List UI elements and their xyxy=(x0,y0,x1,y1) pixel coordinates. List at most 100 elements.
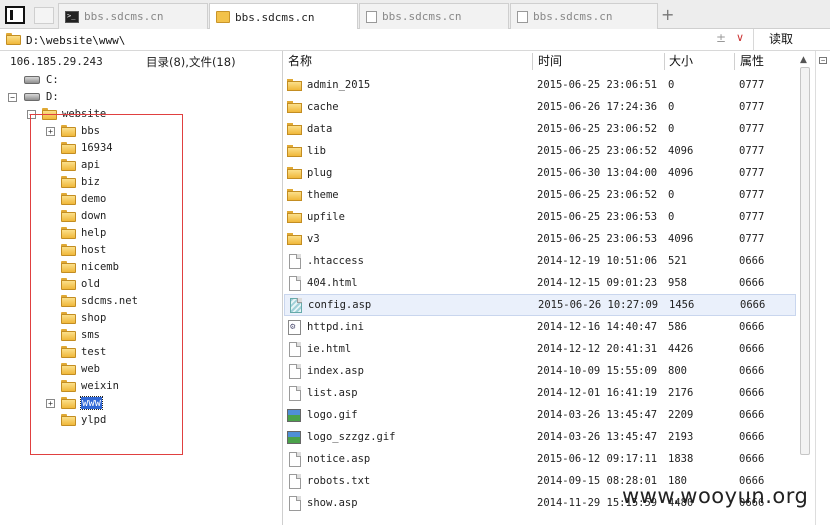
folder-label: web xyxy=(81,363,100,375)
tree-folder-demo[interactable]: demo xyxy=(61,191,106,207)
file-size: 4096 xyxy=(668,145,694,157)
column-header-perm[interactable]: 属性 xyxy=(740,51,764,72)
config-file-icon xyxy=(288,319,301,335)
folder-label: down xyxy=(81,210,107,222)
file-row[interactable]: notice.asp 2015-06-12 09:17:11 1838 0666 xyxy=(284,448,796,470)
folder-label: demo xyxy=(81,193,107,205)
folder-icon xyxy=(61,397,76,409)
file-name: show.asp xyxy=(307,497,358,509)
collapse-icon[interactable]: − xyxy=(8,93,17,102)
tab-document[interactable]: bbs.sdcms.cn xyxy=(359,3,509,29)
folder-icon xyxy=(287,145,302,157)
tree-folder-old[interactable]: old xyxy=(61,276,100,292)
file-perm: 0666 xyxy=(739,277,765,289)
folder-icon xyxy=(61,380,76,392)
file-size: 521 xyxy=(668,255,687,267)
tree-folder-bbs[interactable]: bbs xyxy=(61,123,100,139)
tree-folder-api[interactable]: api xyxy=(61,157,100,173)
tree-folder-host[interactable]: host xyxy=(61,242,106,258)
tree-folder-help[interactable]: help xyxy=(61,225,106,241)
file-name: plug xyxy=(307,167,333,179)
tree-folder-test[interactable]: test xyxy=(61,344,106,360)
tree-folder-www[interactable]: www xyxy=(61,395,103,411)
collapse-panel-icon[interactable]: − xyxy=(819,57,827,64)
file-time: 2015-06-25 23:06:53 xyxy=(537,233,658,245)
column-header-name[interactable]: 名称 xyxy=(288,51,312,72)
expand-icon[interactable]: + xyxy=(46,399,55,408)
folder-icon xyxy=(287,123,302,135)
tree-folder-shop[interactable]: shop xyxy=(61,310,106,326)
folder-label: nicemb xyxy=(81,261,119,273)
tree-folder-16934[interactable]: 16934 xyxy=(61,140,113,156)
folder-label: biz xyxy=(81,176,100,188)
folder-icon xyxy=(216,11,230,23)
file-row[interactable]: admin_2015 2015-06-25 23:06:51 0 0777 xyxy=(284,74,796,96)
folder-label: ylpd xyxy=(81,414,107,426)
tree-folder-sms[interactable]: sms xyxy=(61,327,100,343)
file-row[interactable]: upfile 2015-06-25 23:06:53 0 0777 xyxy=(284,206,796,228)
file-row[interactable]: cache 2015-06-26 17:24:36 0 0777 xyxy=(284,96,796,118)
bookmark-icon[interactable]: ± xyxy=(716,31,726,45)
file-row[interactable]: 404.html 2014-12-15 09:01:23 958 0666 xyxy=(284,272,796,294)
file-time: 2014-12-12 20:41:31 xyxy=(537,343,658,355)
file-row[interactable]: .htaccess 2014-12-19 10:51:06 521 0666 xyxy=(284,250,796,272)
file-row[interactable]: data 2015-06-25 23:06:52 0 0777 xyxy=(284,118,796,140)
tree-folder-ylpd[interactable]: ylpd xyxy=(61,412,106,428)
file-row[interactable]: plug 2015-06-30 13:04:00 4096 0777 xyxy=(284,162,796,184)
file-time: 2014-10-09 15:55:09 xyxy=(537,365,658,377)
file-row[interactable]: theme 2015-06-25 23:06:52 0 0777 xyxy=(284,184,796,206)
tree-folder-nicemb[interactable]: nicemb xyxy=(61,259,119,275)
file-perm: 0777 xyxy=(739,211,765,223)
folder-icon xyxy=(287,79,302,91)
file-row[interactable]: config.asp 2015-06-26 10:27:09 1456 0666 xyxy=(284,294,796,316)
column-header-time[interactable]: 时间 xyxy=(538,51,562,72)
file-perm: 0666 xyxy=(739,409,765,421)
tree-folder-biz[interactable]: biz xyxy=(61,174,100,190)
file-perm: 0666 xyxy=(739,431,765,443)
file-time: 2014-03-26 13:45:47 xyxy=(537,431,658,443)
folder-icon xyxy=(287,189,302,201)
file-list-scrollbar[interactable]: ▲ xyxy=(797,51,813,525)
blank-tab-icon[interactable] xyxy=(34,7,54,24)
expand-icon[interactable]: + xyxy=(46,127,55,136)
file-row[interactable]: v3 2015-06-25 23:06:53 4096 0777 xyxy=(284,228,796,250)
column-header-size[interactable]: 大小 xyxy=(669,51,693,72)
file-list-pane: 名称 时间 大小 属性 admin_2015 2015-06-25 23:06:5… xyxy=(284,51,830,525)
file-row[interactable]: logo.gif 2014-03-26 13:45:47 2209 0666 xyxy=(284,404,796,426)
drive-label: C: xyxy=(46,74,59,86)
tree-folder-down[interactable]: down xyxy=(61,208,106,224)
read-button[interactable]: 读取 xyxy=(753,29,808,50)
tree-folder-weixin[interactable]: weixin xyxy=(61,378,119,394)
file-time: 2014-12-16 14:40:47 xyxy=(537,321,658,333)
file-row[interactable]: httpd.ini 2014-12-16 14:40:47 586 0666 xyxy=(284,316,796,338)
tab-document[interactable]: bbs.sdcms.cn xyxy=(510,3,658,29)
tab-label: bbs.sdcms.cn xyxy=(382,10,462,23)
file-row[interactable]: logo_szzgz.gif 2014-03-26 13:45:47 2193 066… xyxy=(284,426,796,448)
tree-folder-sdcms-net[interactable]: sdcms.net xyxy=(61,293,138,309)
app-menu-button[interactable] xyxy=(5,6,25,24)
file-size: 0 xyxy=(668,123,675,135)
folder-icon xyxy=(61,227,76,239)
file-row[interactable]: index.asp 2014-10-09 15:55:09 800 0666 xyxy=(284,360,796,382)
tree-drive-d[interactable]: D: xyxy=(24,89,59,105)
terminal-icon xyxy=(65,10,79,23)
address-bar: ± ∨ 读取 xyxy=(0,29,830,51)
tab-terminal[interactable]: bbs.sdcms.cn xyxy=(58,3,208,29)
tree-folder-web[interactable]: web xyxy=(61,361,100,377)
tab-file-manager[interactable]: bbs.sdcms.cn xyxy=(209,3,358,30)
path-input[interactable] xyxy=(26,32,706,48)
file-row[interactable]: lib 2015-06-25 23:06:52 4096 0777 xyxy=(284,140,796,162)
scrollbar-thumb[interactable] xyxy=(800,67,810,455)
folder-icon xyxy=(61,210,76,222)
file-perm: 0666 xyxy=(739,365,765,377)
file-row[interactable]: ie.html 2014-12-12 20:41:31 4426 0666 xyxy=(284,338,796,360)
file-row[interactable]: list.asp 2014-12-01 16:41:19 2176 0666 xyxy=(284,382,796,404)
tree-drive-c[interactable]: C: xyxy=(24,72,59,88)
folder-icon xyxy=(61,193,76,205)
folder-icon xyxy=(287,211,302,223)
file-perm: 0666 xyxy=(740,299,766,311)
drive-icon xyxy=(24,76,40,84)
chevron-down-icon[interactable]: ∨ xyxy=(736,31,744,44)
scroll-up-icon[interactable]: ▲ xyxy=(800,55,807,65)
new-tab-button[interactable]: + xyxy=(661,6,674,24)
